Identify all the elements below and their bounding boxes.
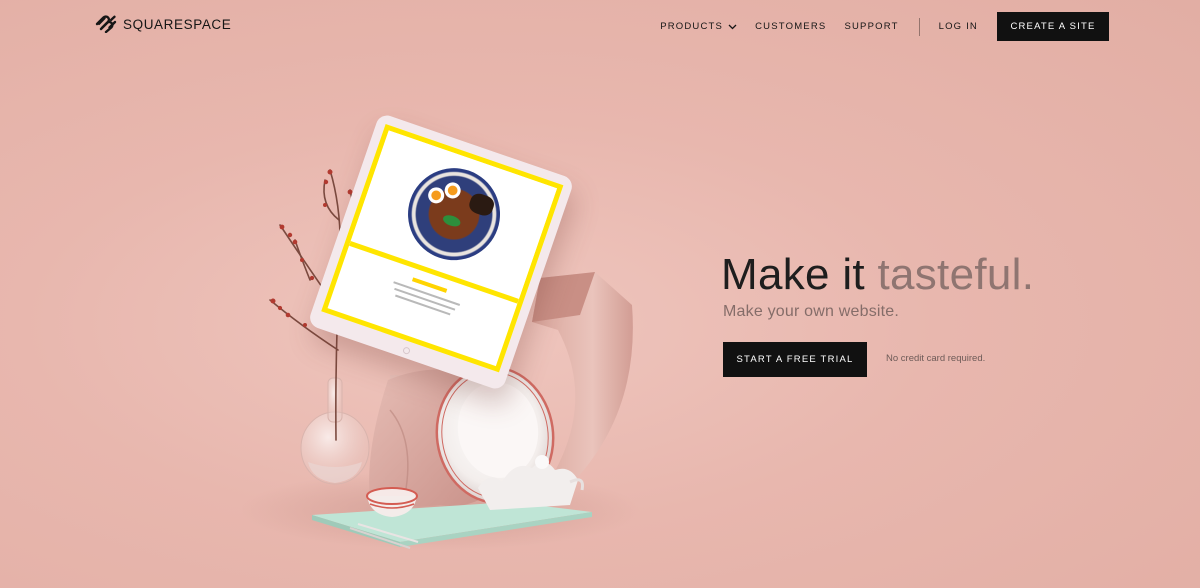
chevron-down-icon (728, 24, 737, 29)
brand-name: SQUARESPACE (123, 16, 232, 32)
main-nav: PRODUCTS CUSTOMERS SUPPORT LOG IN CREATE… (660, 12, 1109, 41)
hero-title: Make it tasteful. (721, 250, 1034, 300)
brand-logo[interactable]: SQUARESPACE (95, 15, 231, 33)
start-free-trial-button[interactable]: START A FREE TRIAL (723, 342, 867, 377)
nav-products[interactable]: PRODUCTS (660, 21, 737, 32)
no-credit-card-note: No credit card required. (886, 353, 986, 364)
nav-login[interactable]: LOG IN (939, 21, 978, 32)
nav-products-label: PRODUCTS (660, 21, 724, 32)
create-site-button[interactable]: CREATE A SITE (997, 12, 1109, 41)
hero-title-main: Make it (721, 250, 878, 299)
hero-title-accent: tasteful. (877, 250, 1035, 299)
squarespace-logo-icon (95, 15, 117, 33)
hero-subtitle: Make your own website. (723, 303, 900, 320)
nav-customers[interactable]: CUSTOMERS (755, 21, 826, 32)
nav-support[interactable]: SUPPORT (844, 21, 898, 32)
tablet-home-button (402, 346, 411, 356)
nav-divider (918, 17, 920, 36)
